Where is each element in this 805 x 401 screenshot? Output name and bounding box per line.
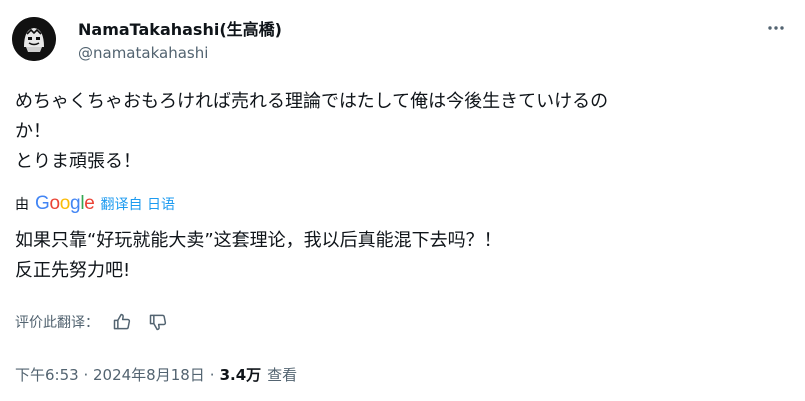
thumbs-up-icon <box>113 313 131 330</box>
thumbs-up-button[interactable] <box>109 309 135 335</box>
views-count[interactable]: 3.4万 <box>220 364 262 385</box>
translation-text-line: 如果只靠“好玩就能大卖”这套理论，我以后真能混下去吗？！ <box>15 230 502 251</box>
more-options-icon <box>768 26 784 30</box>
tweet-text-line: めちゃくちゃおもろければ売れる理論ではたして俺は今後生きていけるの <box>15 91 609 112</box>
google-logo-letter: o <box>49 193 60 214</box>
translated-by-label: 由 <box>15 197 29 213</box>
rate-translation-label: 评价此翻译： <box>15 315 99 331</box>
author-display-name[interactable]: NamaTakahashi(生高橋) <box>78 16 282 40</box>
more-options-button[interactable] <box>762 14 790 42</box>
views-label[interactable]: 查看 <box>267 364 297 385</box>
google-logo-letter: G <box>35 193 50 214</box>
translated-from-link[interactable]: 翻译自 日语 <box>101 194 175 214</box>
tweet-meta: 下午6:53 · 2024年8月18日 · 3.4万 查看 <box>15 364 297 385</box>
avatar-mask-icon <box>12 17 56 61</box>
thumbs-down-icon <box>149 314 167 331</box>
tweet-text-line: か！ <box>15 121 51 142</box>
translation-attribution: 由 Google 翻译自 日语 <box>15 193 175 215</box>
google-logo-letter: g <box>70 193 81 214</box>
tweet-text: めちゃくちゃおもろければ売れる理論ではたして俺は今後生きていけるの か！ とりま… <box>15 87 785 177</box>
tweet-timestamp[interactable]: 下午6:53 · 2024年8月18日 <box>15 364 205 385</box>
thumbs-down-button[interactable] <box>145 309 171 335</box>
meta-separator: · <box>209 365 215 384</box>
google-logo-letter: o <box>59 193 71 214</box>
rate-translation: 评价此翻译： <box>15 309 181 335</box>
google-logo-letter: e <box>84 193 95 214</box>
avatar[interactable] <box>12 17 56 61</box>
google-logo: Google <box>35 193 95 215</box>
translation-text: 如果只靠“好玩就能大卖”这套理论，我以后真能混下去吗？！ 反正先努力吧! <box>15 226 785 286</box>
tweet-text-line: とりま頑張る！ <box>15 151 141 172</box>
translation-text-line: 反正先努力吧! <box>15 260 131 281</box>
author-handle[interactable]: @namatakahashi <box>78 44 208 62</box>
